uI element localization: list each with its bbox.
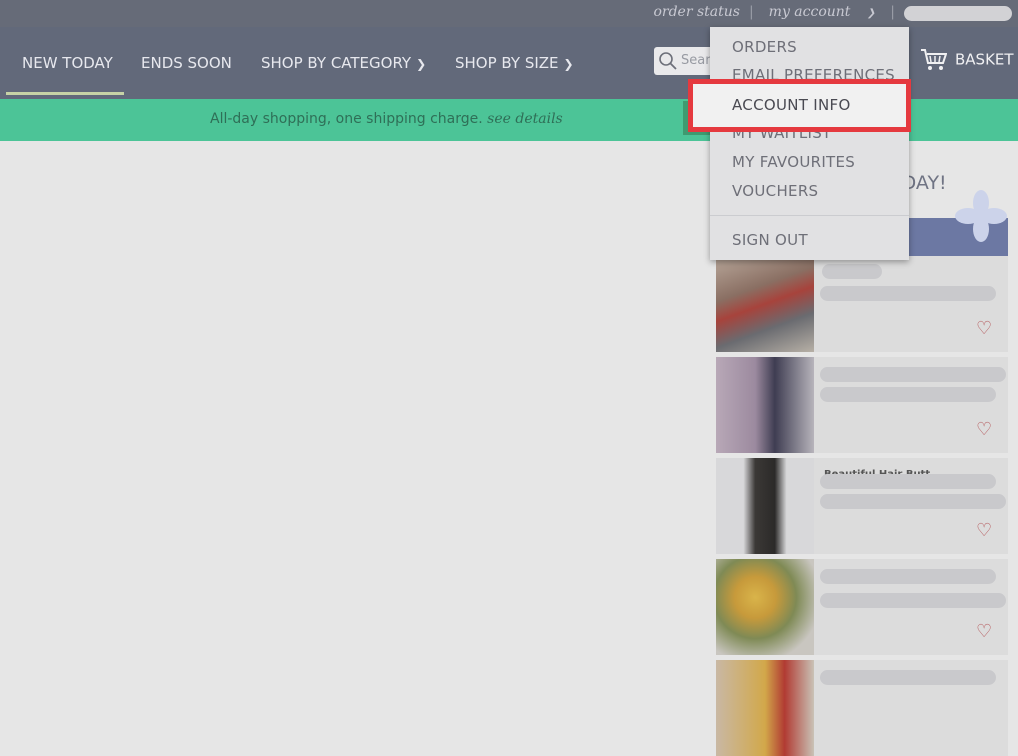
nav-ends-soon[interactable]: ENDS SOON	[141, 54, 232, 72]
blurred-username	[904, 6, 1012, 21]
my-account-link[interactable]: my account ❯	[763, 4, 882, 20]
blurred-subtitle	[820, 387, 996, 402]
flower-icon	[955, 190, 1007, 242]
product-thumbnail	[716, 660, 814, 756]
nav-new-today[interactable]: NEW TODAY	[22, 54, 113, 72]
see-details-link[interactable]: see details	[487, 111, 563, 127]
promo-text: All-day shopping, one shipping charge. s…	[210, 111, 563, 127]
blurred-title	[820, 569, 996, 584]
menu-item-account-info-highlighted[interactable]: ACCOUNT INFO	[688, 79, 911, 132]
product-thumbnail	[716, 256, 814, 352]
menu-item-my-favourites[interactable]: MY FAVOURITES	[732, 153, 855, 171]
product-card[interactable]	[716, 660, 1008, 756]
blurred-subtitle	[820, 286, 996, 301]
menu-item-account-info: ACCOUNT INFO	[732, 96, 851, 114]
blurred-title	[820, 367, 1006, 382]
my-account-label: my account	[768, 4, 851, 20]
top-links: order status | my account ❯ |	[647, 4, 898, 20]
nav-shop-by-category-label: SHOP BY CATEGORY	[261, 54, 412, 72]
product-thumbnail	[716, 458, 814, 554]
nav-shop-by-category[interactable]: SHOP BY CATEGORY ❯	[261, 54, 426, 72]
chevron-down-icon: ❯	[416, 57, 427, 71]
product-card[interactable]: ♡	[716, 256, 1008, 352]
search-icon	[659, 52, 677, 70]
search-input[interactable]: Search	[654, 47, 716, 75]
nav-shop-by-size-label: SHOP BY SIZE	[455, 54, 559, 72]
chevron-down-icon: ❯	[866, 8, 876, 19]
menu-item-sign-out[interactable]: SIGN OUT	[732, 231, 808, 249]
product-thumbnail	[716, 559, 814, 655]
account-dropdown-menu: ORDERS EMAIL PREFERENCES MY WAITLIST MY …	[710, 27, 909, 260]
blurred-title	[820, 670, 996, 685]
blurred-subtitle	[820, 593, 1006, 608]
active-nav-underline	[6, 92, 124, 95]
order-status-link[interactable]: order status	[653, 4, 740, 20]
chevron-down-icon: ❯	[563, 57, 574, 71]
menu-item-vouchers[interactable]: VOUCHERS	[732, 182, 818, 200]
heart-icon[interactable]: ♡	[976, 520, 992, 541]
product-card[interactable]: Beautiful Hair Butt... ♡	[716, 458, 1008, 554]
heart-icon[interactable]: ♡	[976, 621, 992, 642]
blurred-title	[820, 474, 996, 489]
basket-icon	[921, 49, 948, 70]
basket-label: BASKET	[955, 50, 1014, 69]
product-card[interactable]: ♡	[716, 559, 1008, 655]
basket-button[interactable]: BASKET	[920, 48, 1014, 72]
divider: |	[890, 4, 895, 20]
heart-icon[interactable]: ♡	[976, 318, 992, 339]
product-thumbnail	[716, 357, 814, 453]
product-card[interactable]: ♡	[716, 357, 1008, 453]
divider: |	[748, 4, 754, 20]
promo-message: All-day shopping, one shipping charge.	[210, 111, 483, 127]
heart-icon[interactable]: ♡	[976, 419, 992, 440]
blurred-subtitle	[820, 494, 1006, 509]
menu-item-orders[interactable]: ORDERS	[732, 38, 797, 56]
menu-divider	[710, 215, 909, 216]
nav-shop-by-size[interactable]: SHOP BY SIZE ❯	[455, 54, 574, 72]
blurred-title	[822, 264, 882, 279]
top-utility-bar: order status | my account ❯ |	[0, 0, 1018, 27]
